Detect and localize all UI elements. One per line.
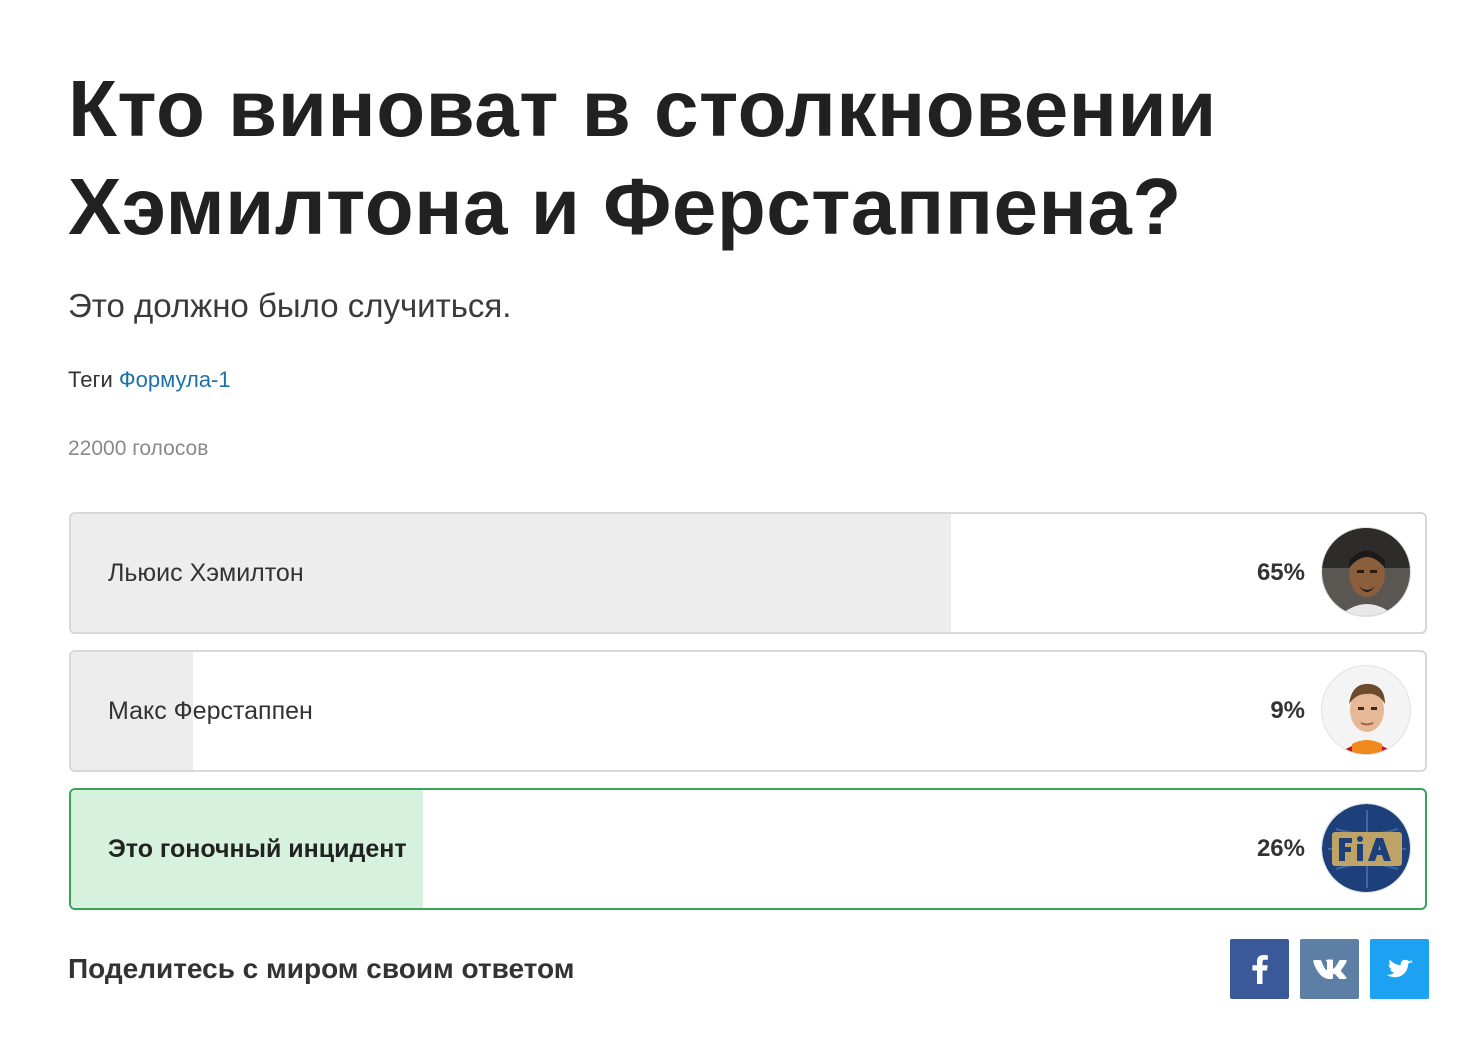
poll-option-racing-incident[interactable]: Это гоночный инцидент 26% — [69, 788, 1427, 910]
option-percent: 26% — [1256, 835, 1305, 862]
tag-link-formula-1[interactable]: Формула-1 — [119, 367, 231, 392]
poll-options: Льюис Хэмилтон 65% Макс Ферстаппен 9% Эт… — [69, 512, 1427, 926]
poll-title: Кто виноват в столкновении Хэмилтона и Ф… — [68, 64, 1217, 251]
twitter-share-button[interactable] — [1370, 939, 1429, 999]
option-label: Макс Ферстаппен — [108, 696, 313, 725]
option-label: Это гоночный инцидент — [108, 834, 407, 863]
vk-share-button[interactable] — [1300, 939, 1359, 999]
poll-page: Кто виноват в столкновении Хэмилтона и Ф… — [0, 0, 1460, 1042]
option-percent: 65% — [1256, 559, 1305, 586]
tags-label: Теги — [68, 367, 113, 392]
poll-subtitle: Это должно было случиться. — [68, 287, 512, 324]
twitter-icon — [1386, 959, 1413, 978]
tags-row: Теги Формула-1 — [68, 366, 231, 394]
votes-count: 22000 голосов — [68, 437, 209, 460]
option-percent: 9% — [1270, 697, 1305, 724]
poll-option-verstappen[interactable]: Макс Ферстаппен 9% — [69, 650, 1427, 772]
fia-logo — [1321, 803, 1411, 893]
share-buttons — [1230, 939, 1429, 999]
facebook-share-button[interactable] — [1230, 939, 1289, 999]
facebook-icon — [1251, 955, 1268, 984]
share-prompt: Поделитесь с миром своим ответом — [68, 953, 575, 984]
hamilton-avatar — [1321, 527, 1411, 617]
poll-option-hamilton[interactable]: Льюис Хэмилтон 65% — [69, 512, 1427, 634]
vk-icon — [1312, 959, 1347, 979]
option-label: Льюис Хэмилтон — [108, 558, 304, 587]
verstappen-avatar — [1321, 665, 1411, 755]
